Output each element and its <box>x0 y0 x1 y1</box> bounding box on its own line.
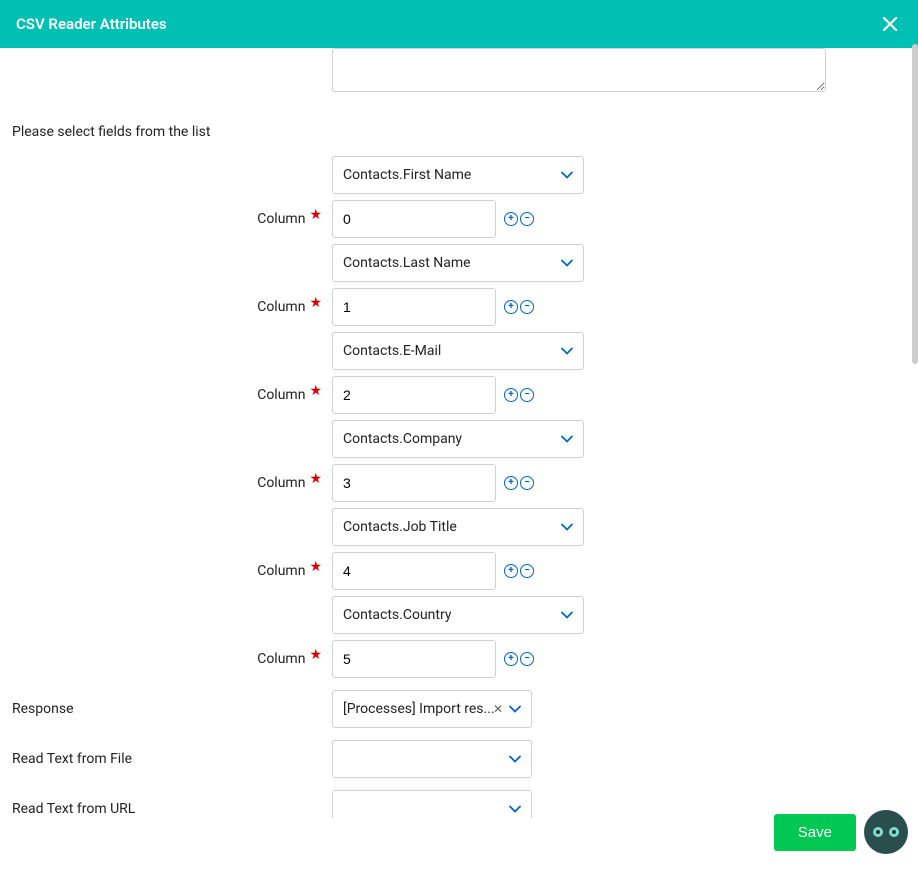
response-label: Response <box>12 701 332 717</box>
field-select-value: Contacts.Company <box>343 431 462 447</box>
remove-icon[interactable]: − <box>520 652 534 666</box>
add-icon[interactable]: + <box>504 388 518 402</box>
remove-icon[interactable]: − <box>520 212 534 226</box>
column-index-input-5[interactable] <box>332 640 496 678</box>
remove-icon[interactable]: − <box>520 388 534 402</box>
required-star-icon: ★ <box>309 559 322 575</box>
required-star-icon: ★ <box>309 295 322 311</box>
chevron-down-icon <box>561 431 573 447</box>
field-select-5[interactable]: Contacts.Country <box>332 596 584 634</box>
column-label: Column <box>257 651 305 667</box>
column-index-input-3[interactable] <box>332 464 496 502</box>
section-label: Please select fields from the list <box>12 124 906 140</box>
save-button[interactable]: Save <box>774 814 856 851</box>
chevron-down-icon <box>509 701 521 717</box>
chevron-down-icon <box>561 343 573 359</box>
column-label: Column <box>257 387 305 403</box>
add-icon[interactable]: + <box>504 300 518 314</box>
column-label: Column <box>257 475 305 491</box>
field-select-value: Contacts.Job Title <box>343 519 457 535</box>
required-star-icon: ★ <box>309 383 322 399</box>
column-index-input-4[interactable] <box>332 552 496 590</box>
add-icon[interactable]: + <box>504 652 518 666</box>
modal-title: CSV Reader Attributes <box>16 15 167 33</box>
field-select-2[interactable]: Contacts.E-Mail <box>332 332 584 370</box>
field-select-value: Contacts.E-Mail <box>343 343 441 359</box>
column-index-input-2[interactable] <box>332 376 496 414</box>
read-text-file-label: Read Text from File <box>12 751 332 767</box>
column-label: Column <box>257 299 305 315</box>
chevron-down-icon <box>561 519 573 535</box>
help-bot-avatar[interactable] <box>864 810 908 854</box>
required-star-icon: ★ <box>309 471 322 487</box>
column-label: Column <box>257 563 305 579</box>
response-value: [Processes] Import res... <box>343 701 501 717</box>
chevron-down-icon <box>561 255 573 271</box>
read-text-url-label: Read Text from URL <box>12 801 332 817</box>
add-icon[interactable]: + <box>504 564 518 578</box>
close-icon[interactable] <box>878 12 902 36</box>
chevron-down-icon <box>509 751 521 767</box>
clear-icon[interactable]: ✕ <box>493 702 503 716</box>
response-select[interactable]: [Processes] Import res... ✕ <box>332 690 532 728</box>
remove-icon[interactable]: − <box>520 300 534 314</box>
add-icon[interactable]: + <box>504 212 518 226</box>
column-label: Column <box>257 211 305 227</box>
read-text-file-select[interactable] <box>332 740 532 778</box>
field-select-1[interactable]: Contacts.Last Name <box>332 244 584 282</box>
field-select-0[interactable]: Contacts.First Name <box>332 156 584 194</box>
column-index-input-0[interactable] <box>332 200 496 238</box>
field-select-value: Contacts.Last Name <box>343 255 471 271</box>
chevron-down-icon <box>561 167 573 183</box>
remove-icon[interactable]: − <box>520 476 534 490</box>
column-index-input-1[interactable] <box>332 288 496 326</box>
field-select-value: Contacts.Country <box>343 607 451 623</box>
required-star-icon: ★ <box>309 207 322 223</box>
field-select-value: Contacts.First Name <box>343 167 471 183</box>
field-select-3[interactable]: Contacts.Company <box>332 420 584 458</box>
chevron-down-icon <box>509 801 521 817</box>
add-icon[interactable]: + <box>504 476 518 490</box>
field-select-4[interactable]: Contacts.Job Title <box>332 508 584 546</box>
read-text-url-select[interactable] <box>332 790 532 818</box>
remove-icon[interactable]: − <box>520 564 534 578</box>
required-star-icon: ★ <box>309 647 322 663</box>
chevron-down-icon <box>561 607 573 623</box>
scrollbar[interactable] <box>912 44 918 364</box>
description-textarea[interactable] <box>332 48 826 92</box>
